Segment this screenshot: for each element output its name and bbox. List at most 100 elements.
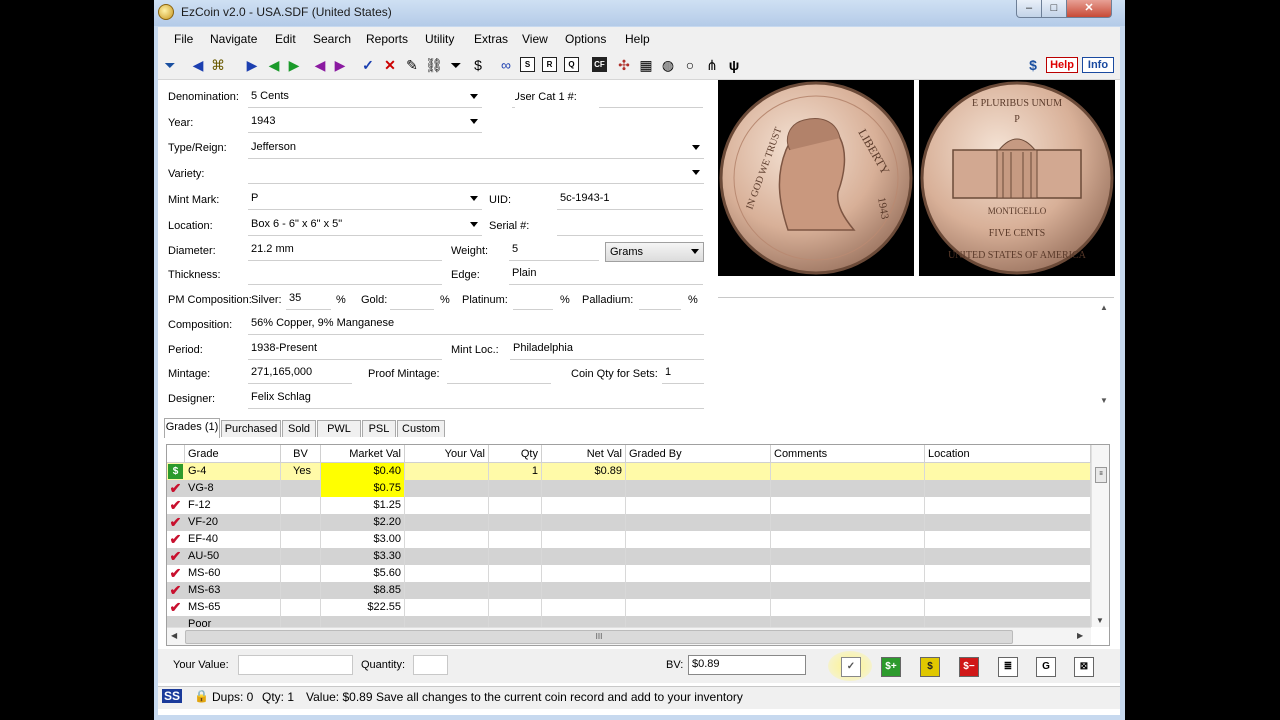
cell-gradedby[interactable] — [626, 565, 771, 582]
cell-gradedby[interactable] — [626, 463, 771, 480]
circle-icon[interactable]: ○ — [680, 55, 700, 75]
gold-field[interactable] — [390, 290, 434, 310]
cell-location[interactable] — [925, 565, 1091, 582]
cell-bv[interactable] — [281, 599, 321, 616]
period-field[interactable]: 1938-Present — [248, 340, 442, 360]
user-cat-field[interactable] — [599, 88, 703, 108]
edge-field[interactable]: Plain — [509, 265, 703, 285]
cell-bv[interactable] — [281, 531, 321, 548]
scroll-right-icon[interactable]: ▶ — [1077, 631, 1083, 640]
cell-qty[interactable] — [489, 599, 542, 616]
cell-your[interactable] — [405, 582, 489, 599]
cell-grade[interactable]: AU-50 — [185, 548, 281, 565]
col-net-val[interactable]: Net Val — [542, 445, 626, 463]
list-icon[interactable]: ≣ — [998, 657, 1018, 677]
cell-grade[interactable]: F-12 — [185, 497, 281, 514]
table-row[interactable]: ✔ F-12 $1.25 — [167, 497, 1091, 514]
tab-grades[interactable]: Grades (1) — [164, 418, 220, 438]
cell-net[interactable] — [542, 480, 626, 497]
grade-g-icon[interactable]: G — [1036, 657, 1056, 677]
cell-net[interactable] — [542, 514, 626, 531]
cell-your[interactable] — [405, 565, 489, 582]
table-row[interactable]: $ G-4 Yes $0.40 1 $0.89 — [167, 463, 1091, 480]
table-row[interactable]: ✔ AU-50 $3.30 — [167, 548, 1091, 565]
binoculars-icon[interactable]: ∞ — [496, 55, 516, 75]
menu-file[interactable]: File — [174, 32, 193, 46]
cell-net[interactable] — [542, 531, 626, 548]
cell-bv[interactable] — [281, 480, 321, 497]
cell-market[interactable]: $3.00 — [321, 531, 405, 548]
cell-your[interactable] — [405, 599, 489, 616]
first-record-icon[interactable]: ◀ — [188, 55, 208, 75]
cell-bv[interactable] — [281, 514, 321, 531]
report-cf-icon[interactable]: CF — [592, 57, 607, 72]
save-to-inventory-button[interactable]: ✓ — [841, 657, 861, 677]
cell-location[interactable] — [925, 514, 1091, 531]
type-select[interactable]: Jefferson — [248, 139, 704, 159]
coin-reverse-image[interactable]: E PLURIBUS UNUM P MONTICELLO FIVE CENTS … — [919, 80, 1115, 276]
your-value-field[interactable] — [238, 655, 353, 675]
cell-grade[interactable]: VF-20 — [185, 514, 281, 531]
table-row[interactable]: ✔ VF-20 $2.20 — [167, 514, 1091, 531]
scroll-down-icon[interactable]: ▼ — [1096, 616, 1104, 625]
edit-icon[interactable]: ✎ — [402, 55, 422, 75]
weight-unit-select[interactable]: Grams — [605, 242, 704, 262]
col-your-val[interactable]: Your Val — [405, 445, 489, 463]
grid-vertical-scrollbar[interactable]: ≡ ▼ — [1091, 445, 1109, 627]
cell-gradedby[interactable] — [626, 497, 771, 514]
help-button[interactable]: Help — [1046, 57, 1078, 73]
year-select[interactable]: 1943 — [248, 113, 482, 133]
cell-market[interactable]: $2.20 — [321, 514, 405, 531]
cell-location[interactable] — [925, 548, 1091, 565]
tab-custom[interactable]: Custom — [397, 420, 445, 437]
menu-edit[interactable]: Edit — [275, 32, 296, 46]
cancel-icon[interactable]: ✕ — [380, 55, 400, 75]
cell-location[interactable] — [925, 599, 1091, 616]
cell-grade[interactable]: MS-65 — [185, 599, 281, 616]
scroll-thumb[interactable]: ≡ — [1095, 467, 1107, 483]
mint-loc-field[interactable]: Philadelphia — [510, 340, 704, 360]
serial-field[interactable] — [557, 216, 703, 236]
add-purchase-icon[interactable]: $+ — [881, 657, 901, 677]
cell-qty[interactable] — [489, 514, 542, 531]
cell-gradedby[interactable] — [626, 480, 771, 497]
cell-bv[interactable] — [281, 582, 321, 599]
menu-utility[interactable]: Utility — [425, 32, 454, 46]
cell-your[interactable] — [405, 531, 489, 548]
composition-field[interactable]: 56% Copper, 9% Manganese — [248, 315, 704, 335]
col-grade[interactable]: Grade — [185, 445, 281, 463]
cell-market[interactable]: $0.40 — [321, 463, 405, 480]
filter-icon[interactable]: ⏷ — [160, 55, 180, 75]
scroll-up-icon[interactable]: ▲ — [1100, 303, 1108, 312]
edit-purchase-icon[interactable]: $ — [920, 657, 940, 677]
cell-comments[interactable] — [771, 548, 925, 565]
goto-record-icon[interactable]: ⌘ — [208, 55, 228, 75]
cell-market[interactable]: $22.55 — [321, 599, 405, 616]
cell-your[interactable] — [405, 514, 489, 531]
cell-bv[interactable] — [281, 497, 321, 514]
designer-field[interactable]: Felix Schlag — [248, 389, 704, 409]
hscroll-thumb[interactable]: III — [185, 630, 1013, 644]
report-s-icon[interactable]: S — [520, 57, 535, 72]
tab-sold[interactable]: Sold — [282, 420, 316, 437]
menu-extras[interactable]: Extras — [474, 32, 508, 46]
maximize-button[interactable]: □ — [1041, 0, 1067, 18]
cell-comments[interactable] — [771, 480, 925, 497]
network-icon[interactable]: ✣ — [614, 55, 634, 75]
table-row[interactable]: ✔ MS-60 $5.60 — [167, 565, 1091, 582]
cell-net[interactable]: $0.89 — [542, 463, 626, 480]
cell-market[interactable]: $5.60 — [321, 565, 405, 582]
quantity-field[interactable] — [413, 655, 448, 675]
col-graded-by[interactable]: Graded By — [626, 445, 771, 463]
cell-location[interactable] — [925, 531, 1091, 548]
filter-clear-icon[interactable]: ⏷ — [446, 55, 466, 75]
thickness-field[interactable] — [248, 265, 442, 285]
cell-net[interactable] — [542, 599, 626, 616]
uid-field[interactable]: 5c-1943-1 — [557, 190, 703, 210]
cell-market[interactable]: $3.30 — [321, 548, 405, 565]
cell-market[interactable]: $8.85 — [321, 582, 405, 599]
cell-qty[interactable] — [489, 497, 542, 514]
cell-net[interactable] — [542, 582, 626, 599]
menu-search[interactable]: Search — [313, 32, 351, 46]
grid-icon[interactable]: ▦ — [636, 55, 656, 75]
